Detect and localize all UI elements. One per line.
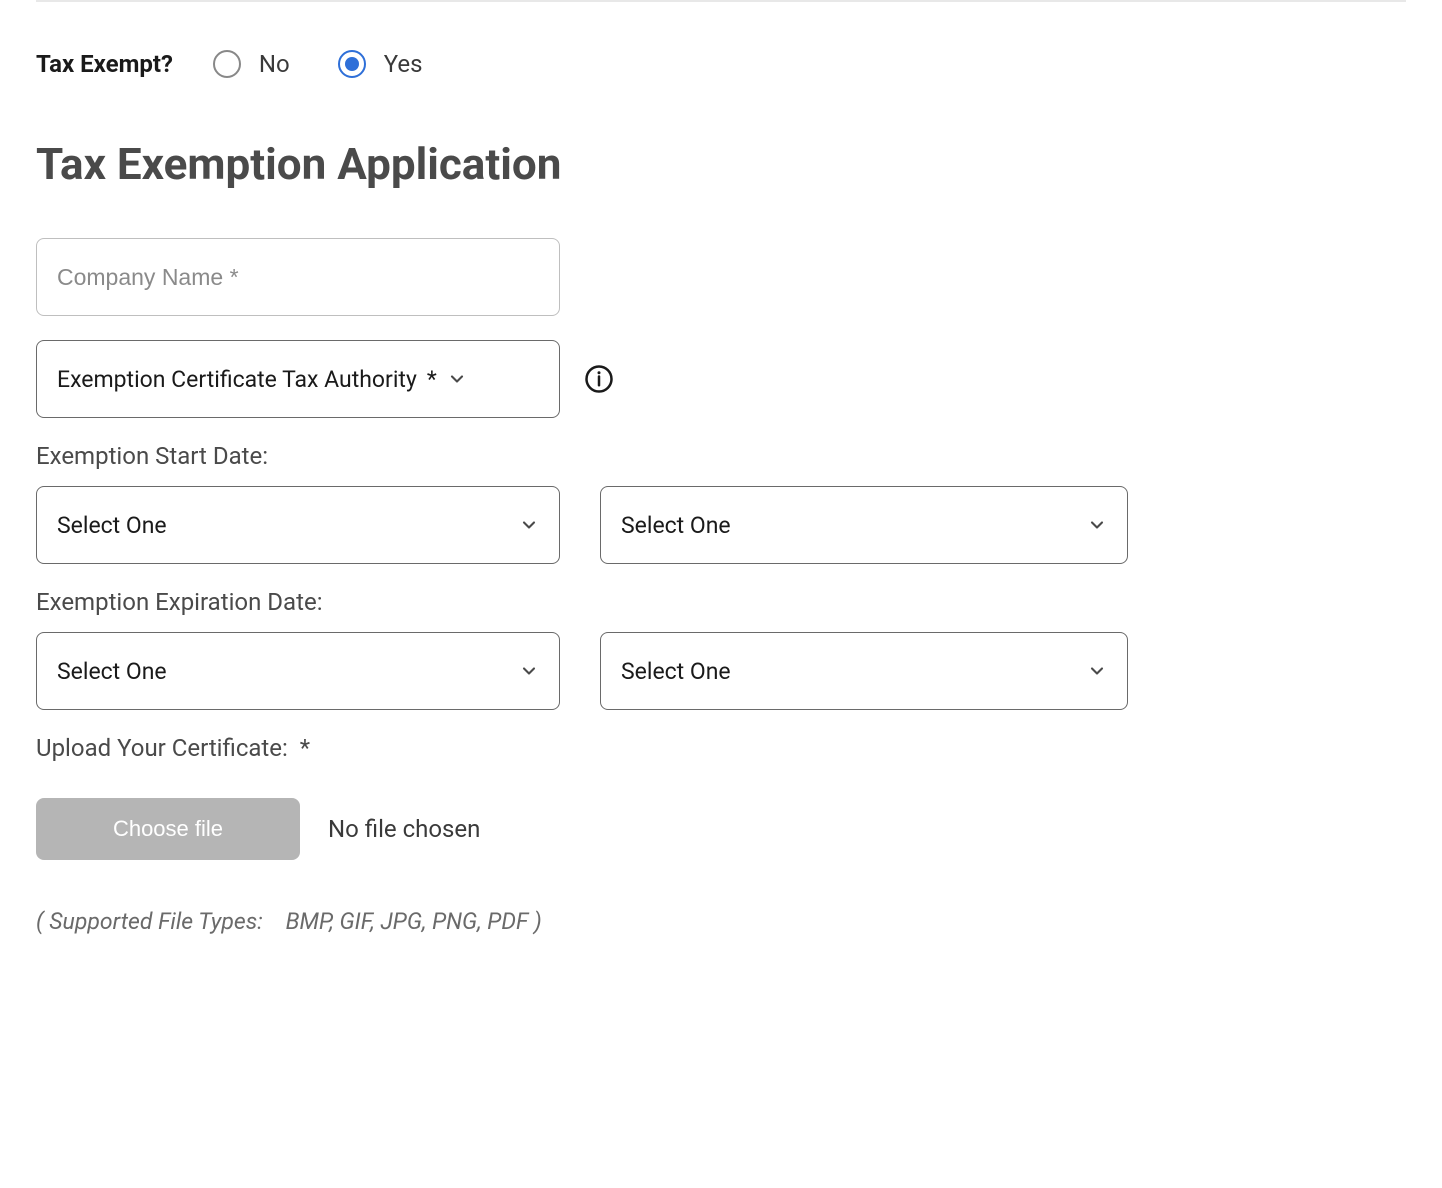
tax-exempt-question: Tax Exempt? [36,50,173,78]
radio-group-yes: Yes [338,50,423,78]
chevron-down-icon [519,661,539,681]
upload-label: Upload Your Certificate: * [36,734,1406,762]
expiration-date-select-1-text: Select One [57,658,167,685]
start-date-select-1-text: Select One [57,512,167,539]
start-date-label: Exemption Start Date: [36,442,1406,470]
expiration-date-select-2-text: Select One [621,658,731,685]
tax-exempt-question-row: Tax Exempt? No Yes [36,50,1406,78]
chevron-down-icon [519,515,539,535]
radio-yes[interactable] [338,50,366,78]
expiration-date-select-2[interactable]: Select One [600,632,1128,710]
expiration-date-select-1[interactable]: Select One [36,632,560,710]
start-date-select-2-text: Select One [621,512,731,539]
tax-authority-required: * [427,366,437,393]
radio-yes-inner [345,57,359,71]
expiration-date-label: Exemption Expiration Date: [36,588,1406,616]
tax-authority-label-text: Exemption Certificate Tax Authority [57,366,417,393]
page-title: Tax Exemption Application [36,138,1406,190]
radio-group-no: No [213,50,290,78]
radio-no-label: No [259,50,290,78]
choose-file-button[interactable]: Choose file [36,798,300,860]
chevron-down-icon [1087,515,1107,535]
upload-required: * [300,734,310,762]
start-date-select-1[interactable]: Select One [36,486,560,564]
file-status: No file chosen [328,815,480,843]
upload-label-text: Upload Your Certificate: [36,734,288,762]
radio-no[interactable] [213,50,241,78]
supported-file-types: ( Supported File Types: BMP, GIF, JPG, P… [36,908,1406,935]
start-date-select-2[interactable]: Select One [600,486,1128,564]
chevron-down-icon [1087,661,1107,681]
chevron-down-icon [447,369,467,389]
info-icon[interactable] [584,364,614,394]
company-name-input[interactable] [36,238,560,316]
tax-authority-select[interactable]: Exemption Certificate Tax Authority * [36,340,560,418]
radio-yes-label: Yes [384,50,423,78]
tax-authority-select-text: Exemption Certificate Tax Authority * [57,366,467,393]
